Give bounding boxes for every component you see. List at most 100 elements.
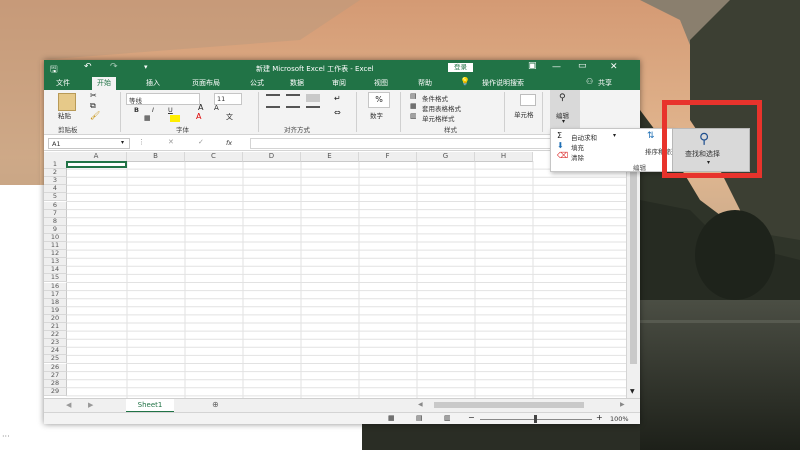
- divider: [542, 92, 543, 132]
- scroll-left-icon[interactable]: ◀: [418, 401, 423, 408]
- scroll-down-icon[interactable]: ▼: [630, 388, 635, 395]
- styles-group-label: 样式: [444, 126, 457, 134]
- borders-icon[interactable]: ▦: [144, 114, 151, 122]
- cell-style-icon: ▥: [410, 112, 417, 120]
- highlight-annotation-box: [662, 100, 762, 178]
- copy-icon[interactable]: ⧉: [90, 101, 96, 111]
- sort-filter-icon: ⇅: [647, 131, 655, 141]
- autosum-icon: Σ: [557, 131, 563, 140]
- tab-page-layout[interactable]: 页面布局: [192, 78, 220, 88]
- column-header[interactable]: H: [475, 152, 533, 162]
- cells-button[interactable]: 单元格: [514, 109, 534, 119]
- column-header[interactable]: D: [243, 152, 301, 162]
- underline-button[interactable]: U: [168, 106, 173, 114]
- chevron-down-icon: ▾: [562, 118, 566, 125]
- cell-style-button[interactable]: 单元格样式: [422, 113, 455, 123]
- cancel-icon[interactable]: ✕: [168, 138, 174, 146]
- tab-insert[interactable]: 插入: [146, 78, 160, 88]
- clipboard-group-label: 剪贴板: [58, 126, 78, 134]
- enter-icon[interactable]: ✓: [198, 138, 204, 146]
- chevron-down-icon: ▾: [613, 132, 617, 139]
- name-box[interactable]: A1 ▾: [48, 138, 130, 149]
- insert-function-button[interactable]: fx: [226, 139, 232, 147]
- bold-button[interactable]: B: [134, 106, 139, 114]
- font-shrink-icon[interactable]: A: [214, 104, 219, 112]
- sheet-tab-bar: ◀ ▶ Sheet1 ⊕ ◀ ▶: [44, 398, 640, 413]
- italic-button[interactable]: I: [152, 106, 154, 114]
- conditional-format-icon: ▤: [410, 92, 417, 100]
- cut-icon[interactable]: ✂: [90, 91, 97, 100]
- column-header[interactable]: B: [127, 152, 185, 162]
- editing-group-label: 编辑: [633, 164, 646, 172]
- paste-icon[interactable]: [58, 93, 76, 111]
- horizontal-scroll-thumb[interactable]: [434, 402, 584, 408]
- fill-button[interactable]: 填充: [571, 142, 584, 152]
- add-sheet-icon[interactable]: ⊕: [212, 400, 219, 409]
- login-button[interactable]: 登录: [448, 63, 473, 72]
- paste-button[interactable]: 粘贴: [58, 110, 71, 120]
- scroll-right-icon[interactable]: ▶: [620, 401, 625, 408]
- eraser-icon: ⌫: [557, 151, 569, 160]
- tab-data[interactable]: 数据: [290, 78, 304, 88]
- phonetic-icon[interactable]: 文: [226, 112, 233, 122]
- font-size-value: 11: [217, 95, 226, 103]
- zoom-out-icon[interactable]: −: [468, 413, 475, 422]
- scroll-thumb[interactable]: [630, 164, 637, 364]
- zoom-level[interactable]: 100%: [610, 415, 629, 423]
- font-color-icon[interactable]: A: [196, 112, 201, 121]
- active-cell-A1[interactable]: [66, 161, 127, 168]
- zoom-slider-thumb[interactable]: [534, 415, 537, 423]
- tell-me-search[interactable]: 操作说明搜索: [482, 78, 524, 88]
- background-window-left: [0, 185, 44, 450]
- ribbon-display-icon[interactable]: ▣: [528, 61, 537, 71]
- close-button[interactable]: ✕: [610, 62, 618, 72]
- vertical-scrollbar[interactable]: ▲ ▼: [626, 152, 640, 398]
- fill-color-icon[interactable]: [170, 115, 180, 122]
- fill-icon: ⬇: [557, 141, 564, 150]
- minimize-button[interactable]: —: [552, 62, 561, 72]
- tab-home[interactable]: 开始: [92, 77, 116, 90]
- alignment-buttons[interactable]: [266, 94, 332, 118]
- name-box-value: A1: [52, 140, 61, 148]
- font-grow-icon[interactable]: A: [198, 103, 203, 112]
- wrap-text-icon[interactable]: ↵: [334, 94, 341, 103]
- font-name-select[interactable]: 等线: [126, 93, 200, 105]
- tab-file[interactable]: 文件: [56, 78, 70, 88]
- conditional-format-button[interactable]: 条件格式: [422, 93, 448, 103]
- merge-center-icon[interactable]: ⇔: [334, 108, 341, 117]
- number-group-label[interactable]: 数字: [370, 110, 383, 120]
- restore-button[interactable]: ▭: [578, 61, 587, 71]
- divider: [356, 92, 357, 132]
- clear-button[interactable]: 清除: [571, 152, 584, 162]
- tab-formulas[interactable]: 公式: [250, 78, 264, 88]
- row-header[interactable]: 29: [44, 387, 67, 396]
- format-painter-icon[interactable]: 🖌: [90, 111, 100, 120]
- number-format-button[interactable]: %: [368, 92, 390, 108]
- worksheet-grid[interactable]: ABCDEFGH 1 2 3 4 5 6 7 8 9 10 11 12 13 14 15 16 17 18 19 20…: [44, 152, 626, 398]
- zoom-in-icon[interactable]: +: [596, 413, 603, 422]
- undo-icon[interactable]: ↶: [84, 62, 92, 72]
- share-button[interactable]: 共享: [598, 78, 612, 88]
- column-header[interactable]: G: [417, 152, 475, 162]
- column-header[interactable]: C: [185, 152, 243, 162]
- table-format-icon: ▦: [410, 102, 417, 110]
- window-title: 新建 Microsoft Excel 工作表 - Excel: [256, 65, 374, 73]
- font-name-value: 等线: [129, 97, 142, 105]
- autosum-button[interactable]: 自动求和: [571, 132, 597, 142]
- redo-icon[interactable]: ↷: [110, 62, 118, 72]
- page-layout-view-icon[interactable]: ▤: [416, 414, 423, 422]
- table-format-button[interactable]: 套用表格格式: [422, 103, 461, 113]
- page-break-view-icon[interactable]: ▥: [444, 414, 451, 422]
- prev-sheet-icon[interactable]: ◀: [66, 401, 71, 409]
- column-header[interactable]: E: [301, 152, 359, 162]
- normal-view-icon[interactable]: ▦: [388, 414, 395, 422]
- sheet-tab-sheet1[interactable]: Sheet1: [126, 399, 174, 413]
- next-sheet-icon[interactable]: ▶: [88, 401, 93, 409]
- background-window-bottom: ···: [0, 424, 362, 450]
- quick-access-chevron-icon[interactable]: ▾: [144, 63, 148, 71]
- tab-view[interactable]: 视图: [374, 78, 388, 88]
- tab-review[interactable]: 审阅: [332, 78, 346, 88]
- lightbulb-icon: 💡: [460, 77, 470, 86]
- column-header[interactable]: F: [359, 152, 417, 162]
- tab-help[interactable]: 帮助: [418, 78, 432, 88]
